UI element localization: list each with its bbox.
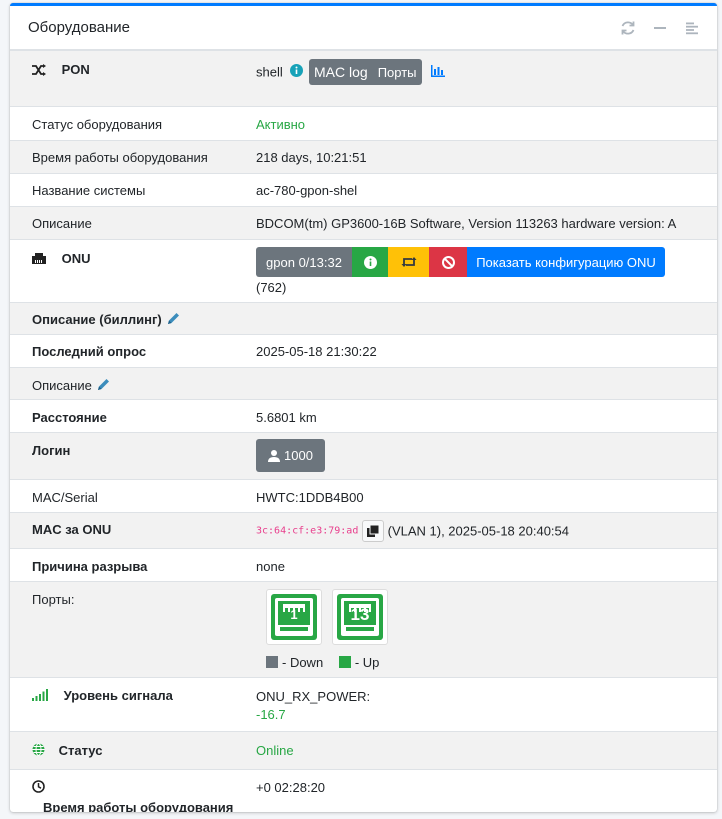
reason-value: none bbox=[256, 559, 285, 574]
login-label: Логин bbox=[32, 443, 71, 458]
onu-info-button[interactable] bbox=[352, 247, 388, 277]
signal-name: ONU_RX_POWER: bbox=[256, 689, 371, 704]
ethernet-icon bbox=[32, 252, 46, 267]
copy-icon bbox=[366, 525, 379, 537]
show-config-button[interactable]: Показать конфигурацию ONU bbox=[467, 247, 665, 277]
legend-up-label: - Up bbox=[354, 655, 380, 670]
port-1[interactable]: 1 bbox=[266, 589, 322, 645]
row-status: Статус оборудования Активно bbox=[10, 106, 717, 141]
card-header: Оборудование bbox=[10, 6, 717, 50]
onu-status-label: Статус bbox=[58, 743, 103, 758]
onu-id: (762) bbox=[256, 280, 287, 295]
sysname-label: Название системы bbox=[32, 183, 146, 198]
signal-label: Уровень сигнала bbox=[63, 688, 173, 703]
minus-icon[interactable] bbox=[651, 19, 669, 37]
onu-block-button[interactable] bbox=[429, 247, 467, 277]
ports-button[interactable]: Порты bbox=[372, 59, 422, 85]
shuffle-icon bbox=[32, 64, 46, 79]
distance-label: Расстояние bbox=[32, 410, 107, 425]
card-tools bbox=[619, 19, 701, 37]
mac-serial-label: MAC/Serial bbox=[32, 490, 98, 505]
ports-legend: - Down - Up bbox=[266, 655, 717, 670]
row-signal: Уровень сигнала ONU_RX_POWER: -16.7 bbox=[10, 677, 717, 732]
refresh-icon[interactable] bbox=[619, 19, 637, 37]
ban-icon bbox=[441, 255, 455, 269]
onu-reboot-button[interactable] bbox=[388, 247, 429, 277]
row-description: Описание BDCOM(tm) GP3600-16B Software, … bbox=[10, 206, 717, 240]
equipment-table: PON shell MAC log Порты Статус оборудован… bbox=[10, 50, 717, 812]
row-billing-description: Описание (биллинг) bbox=[10, 302, 717, 335]
uptime-label: Время работы оборудования bbox=[32, 150, 208, 165]
retweet-icon bbox=[401, 257, 416, 267]
row-ports: Порты: 1 13 - Down - Up bbox=[10, 581, 717, 678]
row-onu-description: Описание bbox=[10, 367, 717, 400]
distance-value: 5.6801 km bbox=[256, 410, 317, 425]
onu-label: ONU bbox=[61, 251, 91, 266]
info-icon[interactable] bbox=[290, 64, 304, 80]
last-poll-label: Последний опрос bbox=[32, 344, 147, 359]
onu-uptime-label: Время работы оборудования bbox=[43, 800, 234, 812]
billing-description-label: Описание (биллинг) bbox=[32, 312, 162, 327]
row-distance: Расстояние 5.6801 km bbox=[10, 399, 717, 433]
port-13-number: 13 bbox=[350, 605, 370, 624]
mac-log-button[interactable]: MAC log bbox=[309, 59, 373, 85]
login-button[interactable]: 1000 bbox=[256, 439, 325, 472]
mac-behind-extra: (VLAN 1), 2025-05-18 20:40:54 bbox=[387, 523, 570, 539]
row-login: Логин 1000 bbox=[10, 432, 717, 480]
row-onu-uptime: Время работы оборудования +0 02:28:20 bbox=[10, 769, 717, 812]
onu-uptime-value: +0 02:28:20 bbox=[256, 780, 326, 795]
card-title: Оборудование bbox=[28, 19, 131, 36]
equipment-card: Оборудование PON shell MAC log Порты Ста… bbox=[10, 3, 717, 812]
onu-status-value: Online bbox=[256, 743, 294, 758]
clock-icon bbox=[32, 780, 256, 796]
pencil-icon[interactable] bbox=[167, 312, 180, 328]
description-value: BDCOM(tm) GP3600-16B Software, Version 1… bbox=[256, 216, 677, 231]
row-mac-behind-onu: MAC за ONU 3c:64:cf:e3:79:ad (VLAN 1), 2… bbox=[10, 512, 717, 549]
description-label: Описание bbox=[32, 216, 92, 231]
legend-down-label: - Down bbox=[282, 655, 324, 670]
login-value: 1000 bbox=[284, 448, 313, 463]
ports-label: Порты: bbox=[32, 592, 75, 607]
port-1-number: 1 bbox=[290, 607, 298, 622]
legend-up-swatch bbox=[338, 656, 351, 668]
row-last-poll: Последний опрос 2025-05-18 21:30:22 bbox=[10, 334, 717, 368]
pon-name: shell bbox=[256, 64, 283, 80]
user-icon bbox=[268, 449, 281, 462]
row-sysname: Название системы ac-780-gpon-shel bbox=[10, 173, 717, 207]
row-uptime: Время работы оборудования 218 days, 10:2… bbox=[10, 140, 717, 174]
list-icon[interactable] bbox=[683, 19, 701, 37]
globe-icon bbox=[32, 743, 45, 759]
signal-value: -16.7 bbox=[256, 707, 286, 722]
row-reason: Причина разрыва none bbox=[10, 548, 717, 582]
row-mac-serial: MAC/Serial HWTC:1DDB4B00 bbox=[10, 479, 717, 513]
mac-serial-value: HWTC:1DDB4B00 bbox=[256, 490, 364, 505]
reason-label: Причина разрыва bbox=[32, 559, 148, 574]
row-onu: ONU gpon 0/13:32 Показать конфигурацию O… bbox=[10, 239, 717, 303]
row-onu-status: Статус Online bbox=[10, 731, 717, 770]
status-value: Активно bbox=[256, 117, 306, 132]
last-poll-value: 2025-05-18 21:30:22 bbox=[256, 344, 377, 359]
legend-down-swatch bbox=[266, 656, 278, 668]
mac-behind-value: 3c:64:cf:e3:79:ad bbox=[256, 525, 359, 537]
chart-icon[interactable] bbox=[431, 64, 446, 80]
row-pon: PON shell MAC log Порты bbox=[10, 50, 717, 107]
pencil-icon[interactable] bbox=[97, 378, 110, 394]
sysname-value: ac-780-gpon-shel bbox=[256, 183, 358, 198]
pon-label: PON bbox=[61, 62, 90, 77]
mac-behind-label: MAC за ONU bbox=[32, 522, 112, 537]
copy-button[interactable] bbox=[361, 520, 384, 542]
info-circle-icon bbox=[363, 255, 377, 269]
signal-icon bbox=[32, 689, 48, 704]
uptime-value: 218 days, 10:21:51 bbox=[256, 150, 367, 165]
port-13[interactable]: 13 bbox=[332, 589, 388, 645]
onu-description-label: Описание bbox=[32, 378, 92, 393]
status-label: Статус оборудования bbox=[32, 117, 163, 132]
onu-iface-button[interactable]: gpon 0/13:32 bbox=[256, 247, 352, 277]
